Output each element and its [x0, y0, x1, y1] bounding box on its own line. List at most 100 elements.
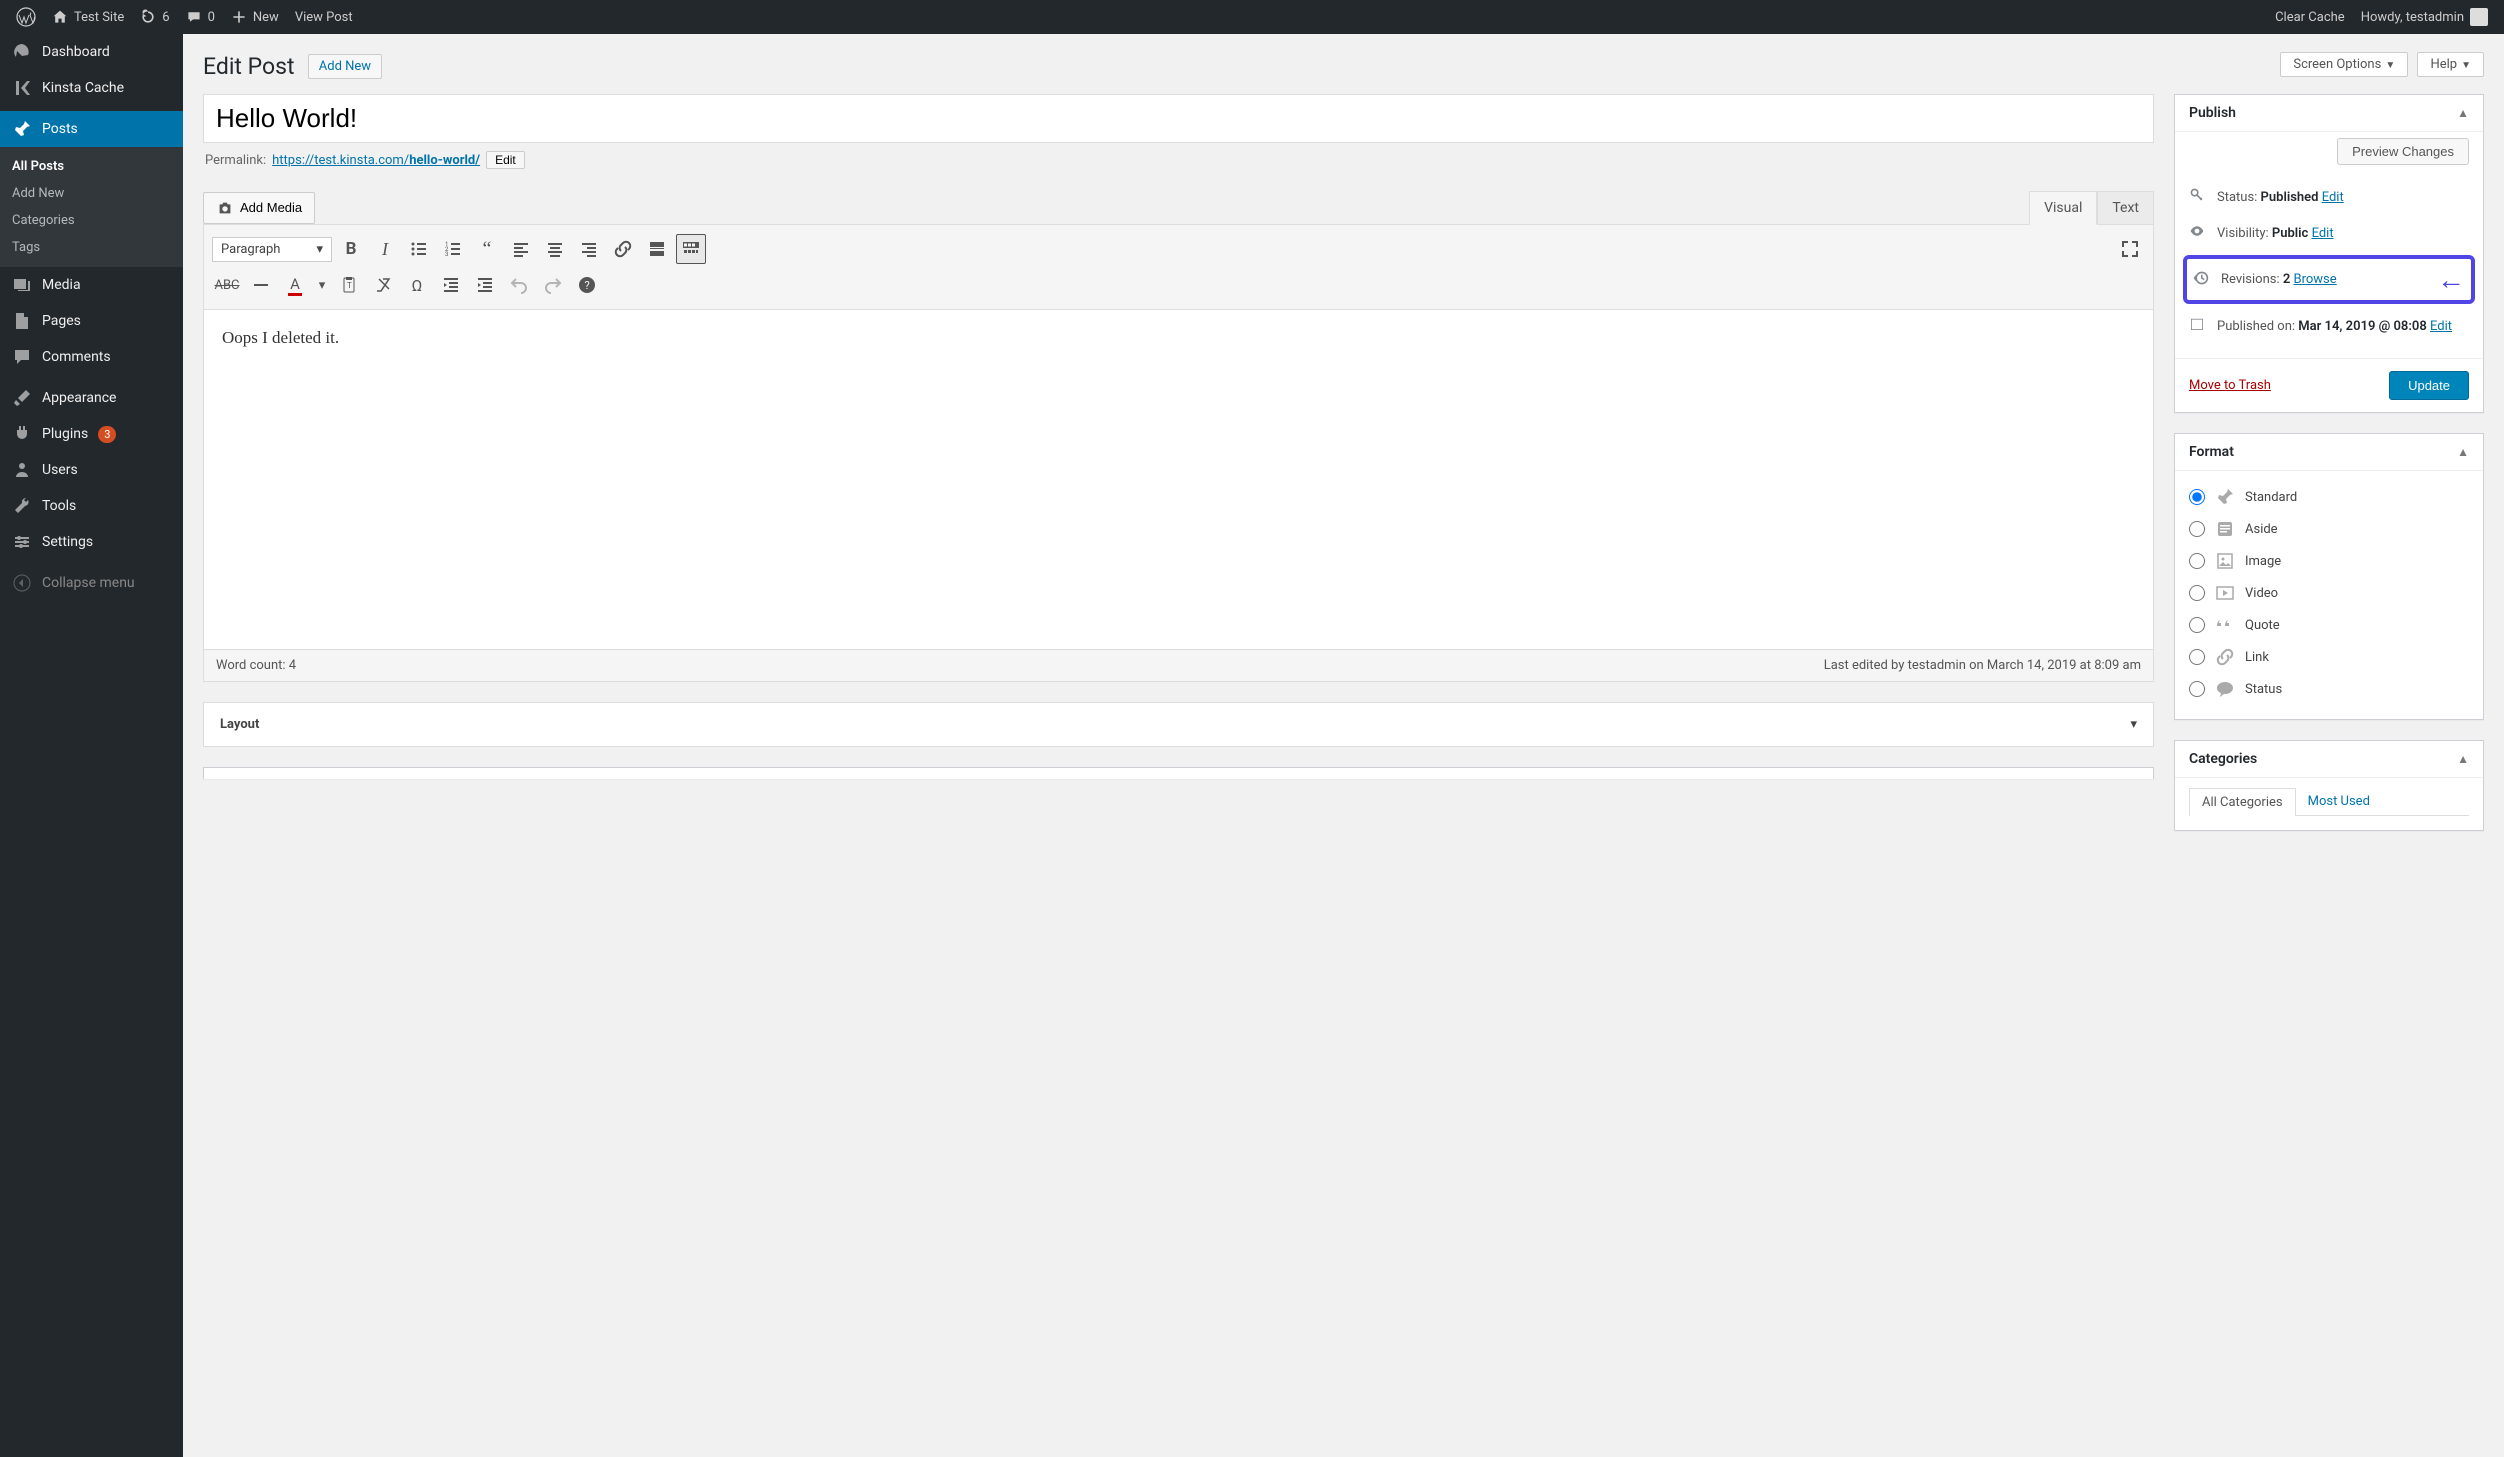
format-option-link[interactable]: Link — [2189, 641, 2469, 673]
edit-visibility[interactable]: Edit — [2312, 226, 2334, 241]
permalink-edit-button[interactable]: Edit — [486, 151, 525, 169]
paste-text-button[interactable]: T — [334, 270, 364, 300]
submenu-all-posts[interactable]: All Posts — [0, 153, 183, 180]
status-icon — [2215, 679, 2235, 699]
collapse-menu[interactable]: Collapse menu — [0, 565, 183, 601]
submenu-add-new[interactable]: Add New — [0, 180, 183, 207]
sidebar-item-appearance[interactable]: Appearance — [0, 380, 183, 416]
text-color-button[interactable]: A — [280, 270, 310, 300]
sidebar-item-media[interactable]: Media — [0, 267, 183, 303]
revisions-highlight: Revisions: 2 Browse ← — [2183, 255, 2475, 304]
special-char-button[interactable]: Ω — [402, 270, 432, 300]
quote-icon — [2215, 615, 2235, 635]
format-select[interactable]: Paragraph▾ — [212, 237, 332, 262]
format-label: Status — [2245, 682, 2282, 697]
readmore-button[interactable] — [642, 234, 672, 264]
link-button[interactable] — [608, 234, 638, 264]
toggle-format[interactable]: ▲ — [2457, 445, 2469, 459]
updates[interactable]: 6 — [132, 0, 177, 34]
move-to-trash[interactable]: Move to Trash — [2189, 378, 2271, 393]
update-button[interactable]: Update — [2389, 371, 2469, 400]
format-option-standard[interactable]: Standard — [2189, 481, 2469, 513]
user-icon — [12, 460, 32, 480]
format-radio[interactable] — [2189, 585, 2205, 601]
format-radio[interactable] — [2189, 521, 2205, 537]
toggle-publish[interactable]: ▲ — [2457, 106, 2469, 120]
format-radio[interactable] — [2189, 649, 2205, 665]
sidebar-item-settings[interactable]: Settings — [0, 524, 183, 560]
tab-visual[interactable]: Visual — [2029, 191, 2097, 225]
cat-tab-most-used[interactable]: Most Used — [2296, 788, 2382, 816]
strikethrough-button[interactable]: ABC — [212, 270, 242, 300]
page-icon — [12, 311, 32, 331]
italic-button[interactable]: I — [370, 234, 400, 264]
browse-revisions[interactable]: Browse — [2294, 272, 2337, 287]
text-color-arrow[interactable]: ▾ — [314, 270, 330, 300]
permalink-link[interactable]: https://test.kinsta.com/hello-world/ — [272, 153, 480, 168]
toggle-categories[interactable]: ▲ — [2457, 752, 2469, 766]
edit-status[interactable]: Edit — [2322, 190, 2344, 205]
sidebar-item-tools[interactable]: Tools — [0, 488, 183, 524]
cat-tab-all[interactable]: All Categories — [2189, 788, 2296, 816]
edit-date[interactable]: Edit — [2430, 319, 2452, 334]
format-radio[interactable] — [2189, 681, 2205, 697]
format-option-aside[interactable]: Aside — [2189, 513, 2469, 545]
format-option-video[interactable]: Video — [2189, 577, 2469, 609]
content-editor[interactable]: Oops I deleted it. — [203, 310, 2154, 650]
help-button[interactable]: Help▼ — [2417, 52, 2484, 77]
layout-metabox[interactable]: Layout ▾ — [203, 702, 2154, 747]
site-name[interactable]: Test Site — [44, 0, 132, 34]
sidebar-item-users[interactable]: Users — [0, 452, 183, 488]
format-radio[interactable] — [2189, 617, 2205, 633]
align-center-button[interactable] — [540, 234, 570, 264]
sidebar-item-dashboard[interactable]: Dashboard — [0, 34, 183, 70]
screen-meta: Screen Options▼ Help▼ — [2274, 52, 2484, 77]
add-media-button[interactable]: Add Media — [203, 192, 315, 224]
preview-button[interactable]: Preview Changes — [2337, 138, 2469, 165]
kitchen-sink-button[interactable] — [676, 234, 706, 264]
align-left-button[interactable] — [506, 234, 536, 264]
pin-icon — [12, 119, 32, 139]
comments-bubble[interactable]: 0 — [178, 0, 223, 34]
align-right-button[interactable] — [574, 234, 604, 264]
redo-button[interactable] — [538, 270, 568, 300]
sidebar-item-kinsta[interactable]: Kinsta Cache — [0, 70, 183, 106]
format-option-image[interactable]: Image — [2189, 545, 2469, 577]
add-new-button[interactable]: Add New — [308, 54, 382, 79]
format-label: Standard — [2245, 490, 2297, 505]
clear-format-button[interactable] — [368, 270, 398, 300]
chevron-down-icon: ▼ — [2461, 60, 2471, 71]
wp-logo[interactable] — [8, 0, 44, 34]
sidebar-item-pages[interactable]: Pages — [0, 303, 183, 339]
format-radio[interactable] — [2189, 553, 2205, 569]
my-account[interactable]: Howdy, testadmin — [2353, 0, 2496, 34]
word-count: Word count: 4 — [216, 658, 296, 673]
bold-button[interactable]: B — [336, 234, 366, 264]
format-radio[interactable] — [2189, 489, 2205, 505]
clear-cache[interactable]: Clear Cache — [2267, 0, 2353, 34]
indent-button[interactable] — [470, 270, 500, 300]
submenu-tags[interactable]: Tags — [0, 234, 183, 261]
key-icon — [2189, 187, 2207, 207]
numbered-list-button[interactable]: 123 — [438, 234, 468, 264]
sidebar-item-comments[interactable]: Comments — [0, 339, 183, 375]
blockquote-button[interactable]: “ — [472, 234, 502, 264]
format-option-quote[interactable]: Quote — [2189, 609, 2469, 641]
help-icon-button[interactable]: ? — [572, 270, 602, 300]
tab-text[interactable]: Text — [2097, 191, 2154, 225]
sidebar-item-plugins[interactable]: Plugins 3 — [0, 416, 183, 452]
hr-button[interactable] — [246, 270, 276, 300]
undo-button[interactable] — [504, 270, 534, 300]
sidebar-item-posts[interactable]: Posts — [0, 111, 183, 147]
fullscreen-button[interactable] — [2115, 234, 2145, 264]
view-post[interactable]: View Post — [287, 0, 361, 34]
bullet-list-button[interactable] — [404, 234, 434, 264]
format-option-status[interactable]: Status — [2189, 673, 2469, 705]
screen-options-button[interactable]: Screen Options▼ — [2280, 52, 2408, 77]
submenu-categories[interactable]: Categories — [0, 207, 183, 234]
outdent-button[interactable] — [436, 270, 466, 300]
post-title-input[interactable] — [203, 94, 2154, 143]
new-content[interactable]: New — [223, 0, 287, 34]
posts-submenu: All Posts Add New Categories Tags — [0, 147, 183, 267]
format-box: Format ▲ StandardAsideImageVideoQuoteLin… — [2174, 433, 2484, 720]
